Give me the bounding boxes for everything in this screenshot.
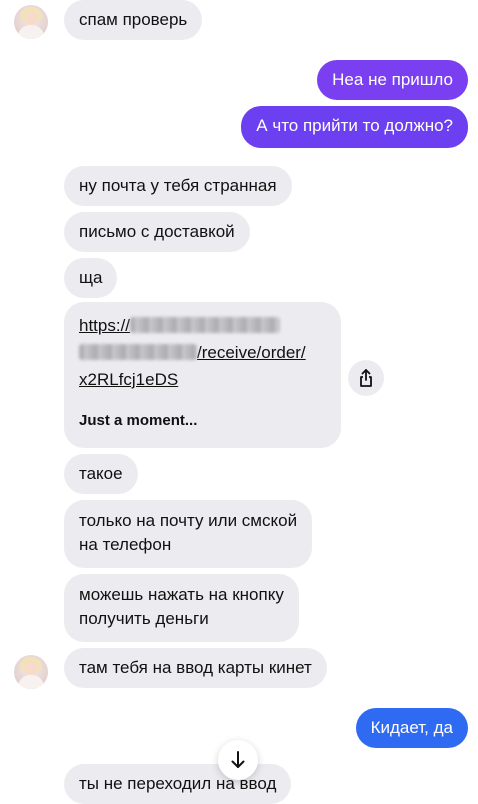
- incoming-message[interactable]: можешь нажать на кнопку получить деньги: [64, 574, 299, 642]
- share-icon: [360, 369, 372, 387]
- link-preview-message[interactable]: https:// /receive/order/ x2RLfcj1eDS Jus…: [64, 302, 341, 448]
- share-button[interactable]: [348, 360, 384, 396]
- message-line: получить деньги: [79, 609, 209, 628]
- outgoing-message[interactable]: А что прийти то должно?: [241, 106, 468, 148]
- incoming-message[interactable]: ты не переходил на ввод: [64, 764, 292, 804]
- redacted-domain: [130, 317, 281, 333]
- incoming-message[interactable]: ну почта у тебя странная: [64, 166, 292, 206]
- contact-avatar[interactable]: [14, 655, 48, 689]
- message-line: только на почту или смской: [79, 511, 298, 530]
- contact-avatar[interactable]: [14, 5, 48, 39]
- message-line: на телефон: [79, 535, 172, 554]
- link-url-line1[interactable]: https://: [79, 312, 326, 339]
- incoming-message[interactable]: ща: [64, 258, 118, 298]
- incoming-message[interactable]: письмо с доставкой: [64, 212, 250, 252]
- scroll-to-bottom-button[interactable]: [218, 740, 258, 780]
- message-line: можешь нажать на кнопку: [79, 585, 284, 604]
- outgoing-message[interactable]: Неа не пришло: [317, 60, 468, 100]
- incoming-message[interactable]: там тебя на ввод карты кинет: [64, 648, 327, 688]
- link-url-line3[interactable]: x2RLfcj1eDS: [79, 366, 326, 393]
- incoming-message[interactable]: только на почту или смской на телефон: [64, 500, 313, 568]
- outgoing-message[interactable]: Кидает, да: [355, 708, 468, 748]
- incoming-message[interactable]: спам проверь: [64, 0, 203, 40]
- link-url-line2[interactable]: /receive/order/: [79, 339, 326, 366]
- incoming-message[interactable]: такое: [64, 454, 138, 494]
- arrow-down-icon: [231, 751, 245, 768]
- link-preview-title: Just a moment...: [79, 412, 198, 429]
- redacted-domain: [79, 344, 197, 360]
